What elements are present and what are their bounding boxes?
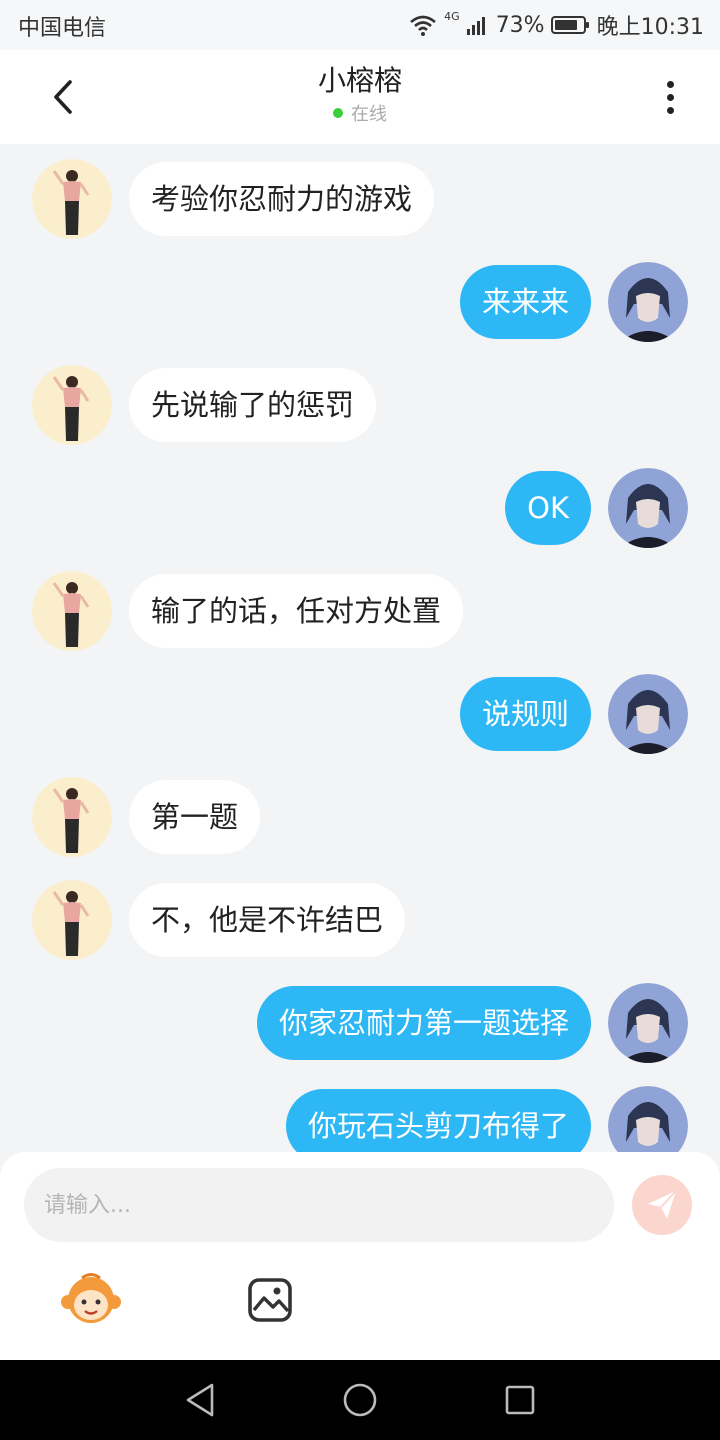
more-options-button[interactable] xyxy=(646,72,694,122)
message-input[interactable] xyxy=(24,1168,614,1242)
my-avatar[interactable] xyxy=(608,983,688,1063)
send-button[interactable] xyxy=(632,1175,692,1235)
paper-plane-icon xyxy=(648,1190,677,1219)
message-incoming: 不，他是不许结巴 xyxy=(0,880,720,962)
status-icons: 4G 73% 晚上10:31 xyxy=(408,8,704,42)
clock: 晚上10:31 xyxy=(596,15,704,40)
message-bubble[interactable]: 考验你忍耐力的游戏 xyxy=(129,162,435,236)
message-outgoing: 说规则 xyxy=(0,674,720,756)
my-avatar[interactable] xyxy=(608,674,688,754)
message-bubble[interactable]: 不，他是不许结巴 xyxy=(129,883,406,957)
more-vertical-icon xyxy=(666,80,674,88)
battery-percent: 73% xyxy=(495,12,545,38)
online-status-label: 在线 xyxy=(351,104,387,125)
message-outgoing: OK xyxy=(0,468,720,550)
message-incoming: 先说输了的惩罚 xyxy=(0,365,720,447)
my-avatar[interactable] xyxy=(608,468,688,548)
contact-name: 小榕榕 xyxy=(317,64,402,97)
system-nav-bar xyxy=(0,1360,720,1440)
message-bubble[interactable]: OK xyxy=(505,471,591,545)
contact-avatar[interactable] xyxy=(32,159,112,239)
composer-panel xyxy=(0,1152,720,1360)
message-outgoing: 你家忍耐力第一题选择 xyxy=(0,983,720,1065)
monkey-emoji-icon xyxy=(61,1273,121,1323)
battery-icon xyxy=(550,16,589,34)
message-incoming: 考验你忍耐力的游戏 xyxy=(0,159,720,241)
circle-home-icon xyxy=(343,1383,377,1417)
message-list[interactable]: 考验你忍耐力的游戏 来来来 先说输了的惩罚 OK 输了的话，任对方处置 说规则 xyxy=(0,144,720,1154)
image-button[interactable] xyxy=(246,1276,294,1324)
contact-avatar[interactable] xyxy=(32,571,112,651)
emoji-button[interactable] xyxy=(60,1272,122,1326)
message-bubble[interactable]: 先说输了的惩罚 xyxy=(129,368,377,442)
message-bubble[interactable]: 说规则 xyxy=(459,677,591,751)
message-bubble[interactable]: 来来来 xyxy=(459,265,591,339)
contact-avatar[interactable] xyxy=(32,365,112,445)
message-outgoing: 你玩石头剪刀布得了 xyxy=(0,1086,720,1154)
carrier-label: 中国电信 xyxy=(18,16,107,41)
signal-icon xyxy=(466,17,485,35)
image-icon xyxy=(248,1278,292,1322)
message-incoming: 输了的话，任对方处置 xyxy=(0,571,720,653)
message-incoming: 第一题 xyxy=(0,777,720,859)
chat-header: 小榕榕 在线 xyxy=(0,50,720,144)
my-avatar[interactable] xyxy=(608,262,688,342)
contact-avatar[interactable] xyxy=(32,880,112,960)
my-avatar[interactable] xyxy=(608,1086,688,1154)
online-status: 在线 xyxy=(0,100,720,126)
message-bubble[interactable]: 你家忍耐力第一题选择 xyxy=(256,986,591,1060)
message-outgoing: 来来来 xyxy=(0,262,720,344)
contact-avatar[interactable] xyxy=(32,777,112,857)
online-dot xyxy=(333,108,343,118)
nav-recents-button[interactable] xyxy=(498,1378,542,1422)
square-recents-icon xyxy=(505,1385,535,1415)
nav-back-button[interactable] xyxy=(178,1378,222,1422)
network-type: 4G xyxy=(444,10,460,23)
message-bubble[interactable]: 输了的话，任对方处置 xyxy=(129,574,464,648)
nav-home-button[interactable] xyxy=(338,1378,382,1422)
wifi-icon xyxy=(410,15,436,36)
message-bubble[interactable]: 你玩石头剪刀布得了 xyxy=(285,1089,591,1154)
status-bar: 中国电信 4G 73% 晚上10:31 xyxy=(0,0,720,50)
triangle-back-icon xyxy=(186,1383,214,1417)
message-bubble[interactable]: 第一题 xyxy=(129,780,261,854)
